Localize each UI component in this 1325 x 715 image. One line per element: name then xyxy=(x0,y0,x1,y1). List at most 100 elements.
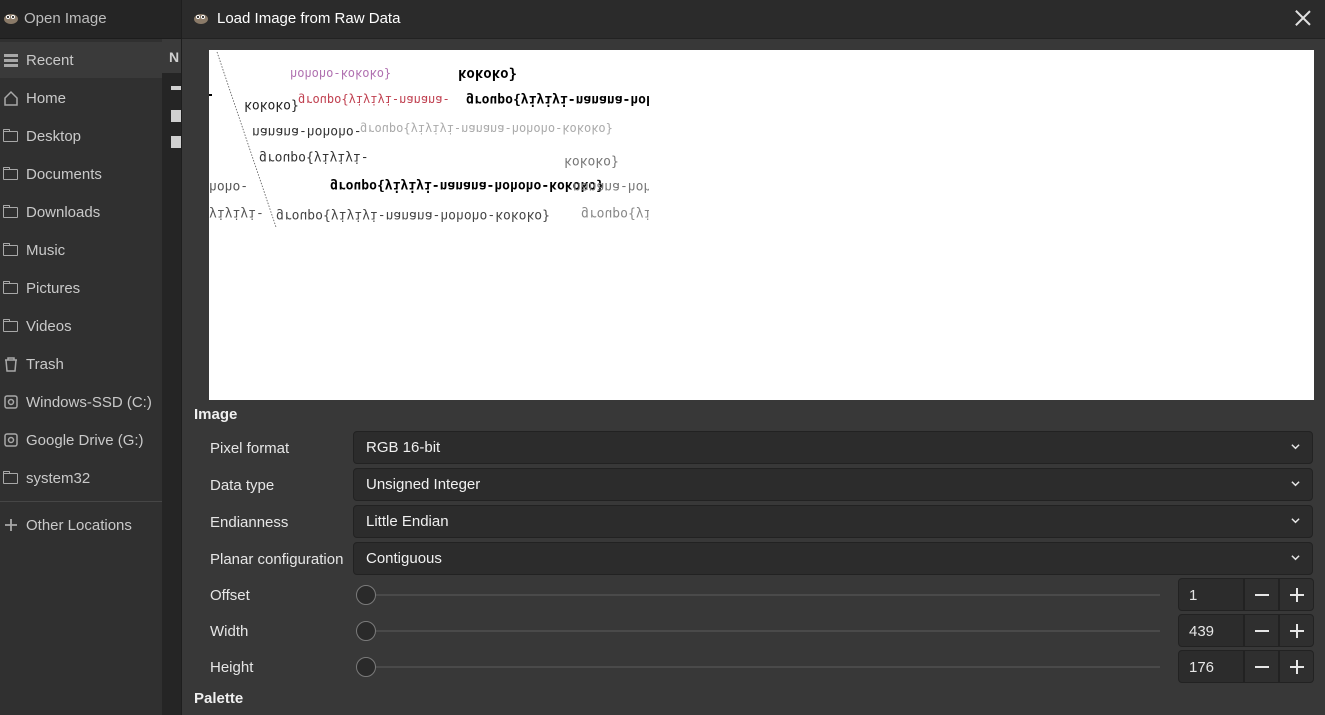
place-label: Home xyxy=(26,89,67,107)
data-type-value: Unsigned Integer xyxy=(366,476,481,493)
place-music[interactable]: Music xyxy=(0,232,162,268)
folder-icon xyxy=(3,280,19,296)
planar-label: Planar configuration xyxy=(210,551,344,568)
trash-icon xyxy=(5,357,17,372)
folder-icon xyxy=(3,242,19,258)
raw-image-preview: kokoko} hohoho-kokoko} groupo{yiyiyi-nan… xyxy=(209,50,1314,400)
offset-input[interactable]: 1 xyxy=(1178,578,1244,611)
preview-text: groupo{yiyiyi-nanana- xyxy=(298,93,450,107)
offset-slider-track[interactable] xyxy=(366,594,1160,596)
file-icon xyxy=(171,86,181,90)
offset-slider-handle[interactable] xyxy=(356,585,376,605)
raw-data-dialog: Load Image from Raw Data kokoko} hohoho-… xyxy=(181,0,1325,715)
pixel-format-label: Pixel format xyxy=(210,440,290,457)
width-input[interactable]: 439 xyxy=(1178,614,1244,647)
place-label: Desktop xyxy=(26,127,82,145)
preview-text: groupo{yiy xyxy=(581,206,659,221)
height-label: Height xyxy=(210,659,254,676)
offset-label: Offset xyxy=(210,587,250,604)
preview-text: yiyiyi- xyxy=(209,206,264,221)
gimp-icon xyxy=(194,14,208,24)
image-section-label: Image xyxy=(194,406,238,423)
place-downloads[interactable]: Downloads xyxy=(0,194,162,230)
name-column-header[interactable]: N xyxy=(162,39,181,73)
preview-text: hohoho-kokoko} xyxy=(290,67,391,81)
preview-text: groupo{yiyiyi- xyxy=(259,150,369,165)
width-value: 439 xyxy=(1189,623,1215,640)
place-system32[interactable]: system32 xyxy=(0,460,162,496)
place-label: system32 xyxy=(26,469,91,487)
drive-icon xyxy=(4,395,18,409)
width-spinner: 439 xyxy=(1178,614,1314,647)
folder-icon xyxy=(3,166,19,182)
chevron-down-icon xyxy=(1291,518,1300,524)
endianness-select[interactable]: Little Endian xyxy=(353,505,1313,538)
height-increment-button[interactable] xyxy=(1279,650,1314,683)
height-slider-handle[interactable] xyxy=(356,657,376,677)
folder-icon xyxy=(3,128,19,144)
dialog-titlebar: Load Image from Raw Data xyxy=(182,0,1325,39)
pixel-format-value: RGB 16-bit xyxy=(366,439,441,456)
place-documents[interactable]: Documents xyxy=(0,156,162,192)
height-decrement-button[interactable] xyxy=(1244,650,1279,683)
place-pictures[interactable]: Pictures xyxy=(0,270,162,306)
home-icon xyxy=(4,90,18,106)
gimp-icon xyxy=(4,14,18,24)
width-label: Width xyxy=(210,623,249,640)
chevron-down-icon xyxy=(1291,555,1300,561)
place-videos[interactable]: Videos xyxy=(0,308,162,344)
close-button[interactable] xyxy=(1294,9,1312,27)
data-type-select[interactable]: Unsigned Integer xyxy=(353,468,1313,501)
place-label: Trash xyxy=(26,355,64,373)
height-value: 176 xyxy=(1189,659,1215,676)
palette-section-label: Palette xyxy=(194,690,244,707)
pixel-format-select[interactable]: RGB 16-bit xyxy=(353,431,1313,464)
preview-text: kokoko} xyxy=(244,98,299,113)
height-spinner: 176 xyxy=(1178,650,1314,683)
offset-increment-button[interactable] xyxy=(1279,578,1314,611)
offset-spinner: 1 xyxy=(1178,578,1314,611)
open-image-title: Open Image xyxy=(24,10,107,27)
place-label: Pictures xyxy=(26,279,81,297)
preview-text: kokoko} xyxy=(564,154,619,169)
preview-text: hoho- xyxy=(209,179,248,194)
sidebar-separator xyxy=(0,501,162,502)
file-icon xyxy=(171,110,181,122)
place-label: Google Drive (G:) xyxy=(26,431,144,449)
place-label: Other Locations xyxy=(26,516,132,534)
place-desktop[interactable]: Desktop xyxy=(0,118,162,154)
dialog-title: Load Image from Raw Data xyxy=(217,10,401,27)
recent-icon xyxy=(4,54,18,67)
width-slider-track[interactable] xyxy=(366,630,1160,632)
preview-render: kokoko} hohoho-kokoko} groupo{yiyiyi-nan… xyxy=(209,50,1314,400)
place-other-locations[interactable]: Other Locations xyxy=(0,507,162,543)
place-windows-ssd[interactable]: Windows-SSD (C:) xyxy=(0,384,162,420)
height-input[interactable]: 176 xyxy=(1178,650,1244,683)
place-label: Recent xyxy=(26,51,74,69)
preview-text: groupo{yiyiyi-nanana-hohoho-kokoko} xyxy=(276,208,550,223)
folder-icon xyxy=(3,470,19,486)
plus-icon xyxy=(5,519,17,531)
file-icon xyxy=(171,136,181,148)
preview-text: groupo{yiyiyi-nanana-hohoho-kokoko} xyxy=(360,122,613,136)
data-type-label: Data type xyxy=(210,477,275,494)
place-google-drive[interactable]: Google Drive (G:) xyxy=(0,422,162,458)
planar-value: Contiguous xyxy=(366,550,442,567)
width-slider-handle[interactable] xyxy=(356,621,376,641)
place-recent[interactable]: Recent xyxy=(0,42,162,78)
place-label: Documents xyxy=(26,165,102,183)
place-trash[interactable]: Trash xyxy=(0,346,162,382)
folder-icon xyxy=(3,204,19,220)
folder-icon xyxy=(3,318,19,334)
place-home[interactable]: Home xyxy=(0,80,162,116)
width-increment-button[interactable] xyxy=(1279,614,1314,647)
endianness-value: Little Endian xyxy=(366,513,449,530)
width-decrement-button[interactable] xyxy=(1244,614,1279,647)
offset-decrement-button[interactable] xyxy=(1244,578,1279,611)
place-label: Windows-SSD (C:) xyxy=(26,393,152,411)
preview-text: nanana-hoh xyxy=(573,179,651,194)
chevron-down-icon xyxy=(1291,481,1300,487)
height-slider-track[interactable] xyxy=(366,666,1160,668)
chevron-down-icon xyxy=(1291,444,1300,450)
planar-select[interactable]: Contiguous xyxy=(353,542,1313,575)
